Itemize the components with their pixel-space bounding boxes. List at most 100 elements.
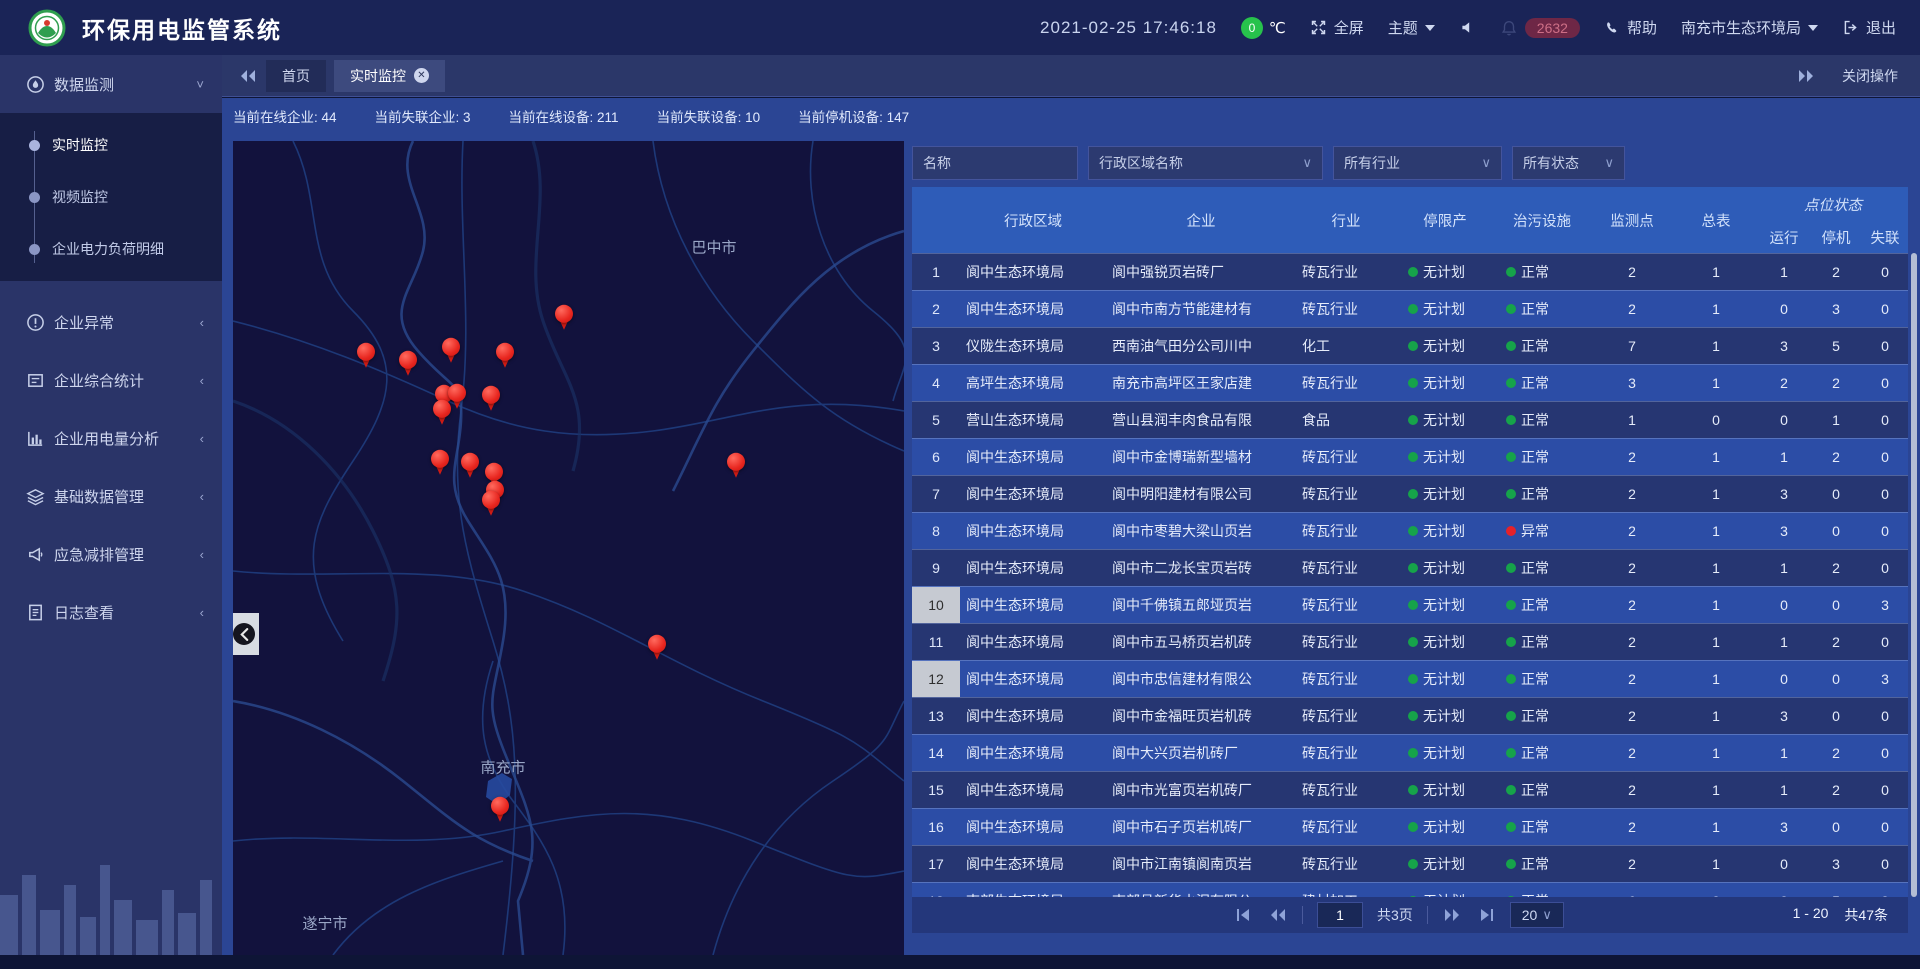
map-marker-pin[interactable] <box>554 305 574 332</box>
last-page-icon[interactable] <box>1476 907 1496 923</box>
map-marker-pin[interactable] <box>481 491 501 518</box>
sidebar-item[interactable]: 日志查看 ‹ <box>0 583 222 641</box>
industry-filter-select[interactable]: 所有行业 ∨ <box>1333 146 1502 180</box>
name-filter-input[interactable] <box>912 146 1078 180</box>
table-body: 1 阆中生态环境局 阆中强锐页岩砖厂 砖瓦行业 无计划 正常 2 1 1 2 0 <box>912 253 1908 897</box>
bell-icon <box>1500 19 1518 37</box>
table-row[interactable]: 1 阆中生态环境局 阆中强锐页岩砖厂 砖瓦行业 无计划 正常 2 1 1 2 0 <box>912 253 1908 290</box>
tab[interactable]: 实时监控 ✕ <box>334 60 445 92</box>
stat-item: 当前失联企业: 3 <box>375 106 471 126</box>
stat-item: 当前停机设备: 147 <box>798 106 909 126</box>
stat-item: 当前在线企业: 44 <box>233 106 337 126</box>
table-row[interactable]: 14 阆中生态环境局 阆中大兴页岩机砖厂 砖瓦行业 无计划 正常 2 1 1 2… <box>912 734 1908 771</box>
table-scrollbar[interactable] <box>1911 253 1917 897</box>
table-row[interactable]: 7 阆中生态环境局 阆中明阳建材有限公司 砖瓦行业 无计划 正常 2 1 3 0… <box>912 475 1908 512</box>
pagination-bar: 共3页 20 ∨ 1 - 20 共47条 <box>912 897 1908 933</box>
status-dot-icon <box>1506 896 1516 897</box>
col-facility: 治污设施 <box>1494 210 1590 231</box>
map-marker-pin[interactable] <box>490 797 510 824</box>
table-row[interactable]: 8 阆中生态环境局 阆中市枣碧大梁山页岩 砖瓦行业 无计划 异常 2 1 3 0… <box>912 512 1908 549</box>
status-dot-icon <box>1506 452 1516 462</box>
status-dot-icon <box>1408 452 1418 462</box>
chevron-collapsed-icon: ‹ <box>200 315 204 330</box>
logout-button[interactable]: 退出 <box>1842 17 1896 38</box>
stats-bar: 当前在线企业: 44 当前失联企业: 3 当前在线设备: 211 当前失联设备:… <box>233 106 909 126</box>
fullscreen-icon <box>1310 19 1327 36</box>
fullscreen-button[interactable]: 全屏 <box>1310 17 1364 38</box>
map-marker-pin[interactable] <box>432 400 452 427</box>
map-marker-pin[interactable] <box>398 351 418 378</box>
status-dot-icon <box>1408 822 1418 832</box>
map-marker-pin[interactable] <box>460 453 480 480</box>
help-button[interactable]: 帮助 <box>1604 17 1657 38</box>
table-row[interactable]: 12 阆中生态环境局 阆中市忠信建材有限公 砖瓦行业 无计划 正常 2 1 0 … <box>912 660 1908 697</box>
sidebar-item[interactable]: 应急减排管理 ‹ <box>0 525 222 583</box>
total-pages-label: 共3页 <box>1377 905 1413 925</box>
bullet-dot-icon <box>29 140 40 151</box>
stats-board-icon <box>26 371 45 390</box>
table-row[interactable]: 17 阆中生态环境局 阆中市江南镇阆南页岩 砖瓦行业 无计划 正常 2 1 0 … <box>912 845 1908 882</box>
map-marker-pin[interactable] <box>726 453 746 480</box>
mute-button[interactable] <box>1459 19 1476 36</box>
sidebar-subitem[interactable]: 实时监控 <box>0 119 222 171</box>
sidebar-item[interactable]: 企业综合统计 ‹ <box>0 351 222 409</box>
first-page-icon[interactable] <box>1234 907 1254 923</box>
prev-page-icon[interactable] <box>1268 907 1288 923</box>
table-row[interactable]: 2 阆中生态环境局 阆中市南方节能建材有 砖瓦行业 无计划 正常 2 1 0 3… <box>912 290 1908 327</box>
exit-icon <box>1842 19 1859 36</box>
sidebar-item[interactable]: 基础数据管理 ‹ <box>0 467 222 525</box>
table-row[interactable]: 11 阆中生态环境局 阆中市五马桥页岩机砖 砖瓦行业 无计划 正常 2 1 1 … <box>912 623 1908 660</box>
next-page-icon[interactable] <box>1442 907 1462 923</box>
chevron-collapsed-icon: ‹ <box>200 547 204 562</box>
enterprise-table: 行政区域 企业 行业 停限产 治污设施 监测点 总表 点位状态 运行 停机 失联 <box>912 187 1908 933</box>
table-row[interactable]: 9 阆中生态环境局 阆中市二龙长宝页岩砖 砖瓦行业 无计划 正常 2 1 1 2… <box>912 549 1908 586</box>
table-row[interactable]: 4 高坪生态环境局 南充市高坪区王家店建 砖瓦行业 无计划 正常 3 1 2 2… <box>912 364 1908 401</box>
close-tab-icon[interactable]: ✕ <box>414 68 429 83</box>
map-marker-pin[interactable] <box>647 635 667 662</box>
sidebar-subitem[interactable]: 企业电力负荷明细 <box>0 223 222 275</box>
map-panel[interactable]: 巴中市南充市遂宁市 <box>233 141 904 955</box>
page-number-input[interactable] <box>1317 902 1363 928</box>
table-row[interactable]: 5 营山生态环境局 营山县润丰肉食品有限 食品 无计划 正常 1 0 0 1 0 <box>912 401 1908 438</box>
table-row[interactable]: 13 阆中生态环境局 阆中市金福旺页岩机砖 砖瓦行业 无计划 正常 2 1 3 … <box>912 697 1908 734</box>
table-row[interactable]: 6 阆中生态环境局 阆中市金博瑞新型墙材 砖瓦行业 无计划 正常 2 1 1 2… <box>912 438 1908 475</box>
status-dot-icon <box>1506 341 1516 351</box>
map-city-label: 巴中市 <box>691 237 736 258</box>
map-marker-pin[interactable] <box>481 386 501 413</box>
table-row[interactable]: 16 阆中生态环境局 阆中市石子页岩机砖厂 砖瓦行业 无计划 正常 2 1 3 … <box>912 808 1908 845</box>
col-stop: 停机 <box>1810 227 1862 248</box>
map-marker-pin[interactable] <box>356 343 376 370</box>
status-dot-icon <box>1408 378 1418 388</box>
sidebar-item[interactable]: 企业用电量分析 ‹ <box>0 409 222 467</box>
status-filter-select[interactable]: 所有状态 ∨ <box>1512 146 1625 180</box>
map-marker-pin[interactable] <box>441 338 461 365</box>
tabs-scroll-left-icon[interactable] <box>238 68 258 84</box>
map-marker-pin[interactable] <box>430 450 450 477</box>
alert-circle-icon <box>26 313 45 332</box>
map-collapse-handle[interactable] <box>233 613 259 655</box>
megaphone-icon <box>26 545 45 564</box>
phone-icon <box>1604 20 1620 36</box>
tabs-scroll-right-icon[interactable] <box>1796 68 1816 84</box>
log-file-icon <box>26 603 45 622</box>
close-operations-button[interactable]: 关闭操作 <box>1842 66 1898 86</box>
sidebar-subitem[interactable]: 视频监控 <box>0 171 222 223</box>
tab[interactable]: 首页 ✕ <box>266 60 326 92</box>
org-dropdown[interactable]: 南充市生态环境局 <box>1681 17 1818 38</box>
page-size-select[interactable]: 20 ∨ <box>1510 902 1564 928</box>
theme-dropdown[interactable]: 主题 <box>1388 17 1435 38</box>
table-row[interactable]: 18 南部生态环境局 南部县新华水泥有限公 建材加工 无计划 正常 6 0 0 … <box>912 882 1908 897</box>
total-records-label: 共47条 <box>1844 905 1888 925</box>
table-row[interactable]: 15 阆中生态环境局 阆中市光富页岩机砖厂 砖瓦行业 无计划 正常 2 1 1 … <box>912 771 1908 808</box>
header-datetime: 2021-02-25 17:46:18 <box>1040 18 1217 38</box>
sidebar-item-data-monitoring[interactable]: 数据监测 ˅ <box>0 55 222 113</box>
sidebar-item[interactable]: 企业异常 ‹ <box>0 293 222 351</box>
chevron-left-icon <box>240 628 249 641</box>
table-row[interactable]: 3 仪陇生态环境局 西南油气田分公司川中 化工 无计划 正常 7 1 3 5 0 <box>912 327 1908 364</box>
notifications-button[interactable]: 2632 <box>1500 18 1580 38</box>
status-dot-icon <box>1506 674 1516 684</box>
table-row[interactable]: 10 阆中生态环境局 阆中千佛镇五郎垭页岩 砖瓦行业 无计划 正常 2 1 0 … <box>912 586 1908 623</box>
layers-icon <box>26 487 45 506</box>
region-filter-select[interactable]: 行政区域名称 ∨ <box>1088 146 1323 180</box>
map-marker-pin[interactable] <box>495 343 515 370</box>
